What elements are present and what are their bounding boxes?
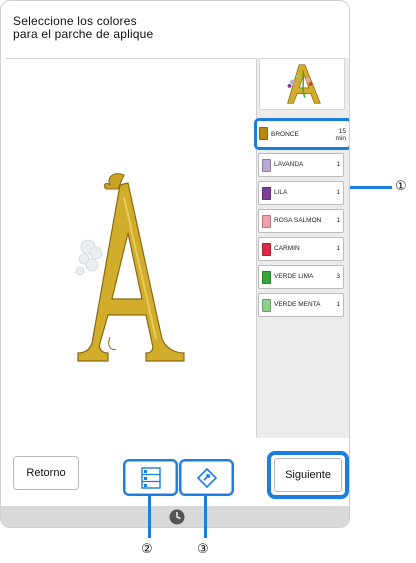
thread-item-verde-lima[interactable]: VERDE LIMA 3 bbox=[258, 265, 344, 289]
callout-2: ② bbox=[141, 542, 153, 557]
color-swatch bbox=[259, 127, 268, 140]
back-button[interactable]: Retorno bbox=[13, 456, 79, 490]
thread-list-button[interactable] bbox=[125, 461, 176, 494]
thread-name: LAVANDA bbox=[274, 161, 304, 168]
thread-name: LILA bbox=[274, 189, 288, 196]
thread-count: 1 bbox=[336, 301, 340, 308]
thread-name: VERDE MENTA bbox=[274, 301, 321, 308]
color-swatch bbox=[262, 299, 271, 312]
next-button-label: Siguiente bbox=[274, 458, 342, 492]
clock-icon bbox=[169, 509, 185, 525]
thread-name: BRONCE bbox=[271, 131, 299, 138]
design-preview bbox=[259, 58, 345, 110]
color-swatch bbox=[262, 215, 271, 228]
embroidery-screen: Seleccione los colores para el parche de… bbox=[0, 0, 350, 528]
thread-name: CARMIN bbox=[274, 245, 300, 252]
thread-list-icon bbox=[140, 466, 161, 489]
color-swatch bbox=[262, 187, 271, 200]
thread-item-bronce[interactable]: BRONCE 15 min bbox=[254, 118, 349, 150]
callout-1: ① bbox=[395, 179, 407, 194]
thread-item-verde-menta[interactable]: VERDE MENTA 1 bbox=[258, 293, 344, 317]
thread-count: 1 bbox=[336, 189, 340, 196]
thread-count: 1 bbox=[336, 217, 340, 224]
callout-3: ③ bbox=[197, 542, 209, 557]
callout-line-1 bbox=[350, 186, 392, 189]
preview-thumbnail bbox=[287, 64, 321, 104]
thread-item-lila[interactable]: LILA 1 bbox=[258, 181, 344, 205]
color-swatch bbox=[262, 243, 271, 256]
thread-count: 3 bbox=[336, 273, 340, 280]
letter-a-design bbox=[75, 173, 185, 362]
thread-item-carmin[interactable]: CARMIN 1 bbox=[258, 237, 344, 261]
status-bar bbox=[1, 506, 349, 527]
embroidery-canvas bbox=[6, 58, 257, 439]
callout-line-2 bbox=[148, 495, 151, 538]
thread-name: ROSA SALMON bbox=[274, 217, 322, 224]
callout-line-3 bbox=[204, 495, 207, 538]
thread-count: 15 min bbox=[335, 128, 346, 142]
thread-item-rosa-salmon[interactable]: ROSA SALMON 1 bbox=[258, 209, 344, 233]
next-button[interactable]: Siguiente bbox=[267, 451, 349, 499]
thread-name: VERDE LIMA bbox=[274, 273, 314, 280]
thread-sidebar: BRONCE 15 min LAVANDA 1 LILA 1 ROSA SALM… bbox=[254, 58, 349, 438]
thread-count: 1 bbox=[336, 245, 340, 252]
color-swatch bbox=[262, 159, 271, 172]
color-swatch bbox=[262, 271, 271, 284]
thread-item-lavanda[interactable]: LAVANDA 1 bbox=[258, 153, 344, 177]
thread-count: 1 bbox=[336, 161, 340, 168]
move-pattern-button[interactable] bbox=[181, 461, 232, 494]
move-pattern-icon bbox=[196, 467, 217, 488]
bottom-toolbar: Retorno Siguiente bbox=[1, 438, 349, 506]
page-title: Seleccione los colores para el parche de… bbox=[13, 14, 154, 41]
